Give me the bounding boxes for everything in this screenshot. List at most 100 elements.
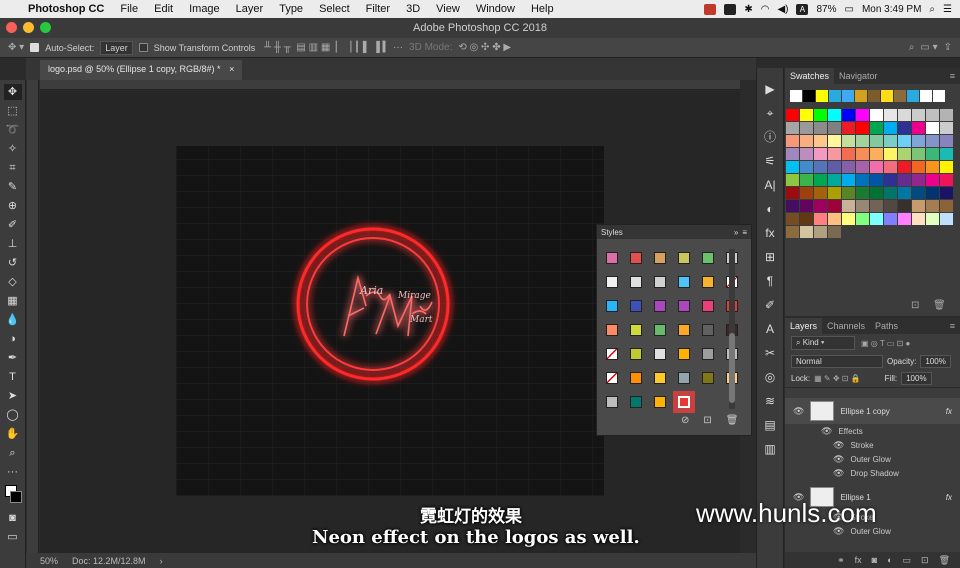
swatch[interactable] <box>870 135 883 147</box>
swatch[interactable] <box>881 90 893 102</box>
notification-center-icon[interactable]: ☰ <box>943 4 952 15</box>
style-preset[interactable] <box>601 295 623 317</box>
swatch[interactable] <box>828 200 841 212</box>
swatch[interactable] <box>870 213 883 225</box>
wifi-icon[interactable]: ◠ <box>761 4 770 15</box>
style-preset[interactable] <box>625 319 647 341</box>
link-layers-icon[interactable]: ⚭ <box>837 555 845 566</box>
minimize-window-button[interactable] <box>23 22 34 33</box>
info-icon[interactable]: ⓘ <box>761 128 779 146</box>
swatch[interactable] <box>803 90 815 102</box>
close-window-button[interactable] <box>6 22 17 33</box>
screen-mode-icon[interactable]: ▭ <box>4 529 22 545</box>
style-preset[interactable] <box>673 343 695 365</box>
style-preset[interactable] <box>649 271 671 293</box>
swatch[interactable] <box>884 109 897 121</box>
swatch[interactable] <box>856 122 869 134</box>
swatch[interactable] <box>920 90 932 102</box>
tab-swatches[interactable]: Swatches <box>785 68 835 84</box>
visibility-eye-icon[interactable]: 👁 <box>821 426 832 437</box>
swatch[interactable] <box>842 200 855 212</box>
swatch[interactable] <box>814 213 827 225</box>
style-preset[interactable] <box>697 247 719 269</box>
properties-icon[interactable]: ⚟ <box>761 152 779 170</box>
swatch[interactable] <box>884 213 897 225</box>
swatch[interactable] <box>926 161 939 173</box>
zoom-window-button[interactable] <box>40 22 51 33</box>
swatch[interactable] <box>828 161 841 173</box>
swatch[interactable] <box>884 161 897 173</box>
new-swatch-icon[interactable]: ⊡ <box>911 300 919 311</box>
swatch[interactable] <box>800 161 813 173</box>
swatch[interactable] <box>870 200 883 212</box>
libraries-icon[interactable]: ⊞ <box>761 248 779 266</box>
style-preset[interactable] <box>697 271 719 293</box>
search-icon[interactable]: ⌕ <box>909 42 915 53</box>
swatch[interactable] <box>800 187 813 199</box>
swatch[interactable] <box>814 135 827 147</box>
tab-layers[interactable]: Layers <box>785 318 823 334</box>
swatch[interactable] <box>884 200 897 212</box>
style-preset[interactable] <box>625 271 647 293</box>
swatch[interactable] <box>800 213 813 225</box>
swatch[interactable] <box>940 187 953 199</box>
menu-select[interactable]: Select <box>311 3 358 15</box>
swatch[interactable] <box>868 90 880 102</box>
artwork-canvas[interactable]: Aria Mirage Mart <box>176 146 604 496</box>
swatch[interactable] <box>842 109 855 121</box>
zoom-tool-icon[interactable]: ⌕ <box>4 445 22 461</box>
menu-help[interactable]: Help <box>523 3 562 15</box>
tool-presets-icon[interactable]: ✂ <box>761 344 779 362</box>
swatch[interactable] <box>856 109 869 121</box>
path-selection-tool-icon[interactable]: ➤ <box>4 388 22 404</box>
swatch[interactable] <box>800 122 813 134</box>
ellipse-tool-icon[interactable]: ◯ <box>4 407 22 423</box>
swatch[interactable] <box>898 213 911 225</box>
swatch[interactable] <box>926 122 939 134</box>
style-preset[interactable] <box>649 295 671 317</box>
effect-row[interactable]: 👁 Stroke <box>785 438 960 452</box>
style-preset[interactable] <box>649 367 671 389</box>
swatch[interactable] <box>870 148 883 160</box>
swatch[interactable] <box>870 161 883 173</box>
swatch[interactable] <box>828 135 841 147</box>
move-tool-icon[interactable]: ✥ ▾ <box>8 42 24 53</box>
panel-menu-icon[interactable]: ≡ <box>945 71 960 81</box>
doc-size[interactable]: Doc: 12.2M/12.8M <box>72 556 146 566</box>
style-preset[interactable] <box>601 247 623 269</box>
align-buttons[interactable]: ╨ ╫ ╥ ▤ ▥ ▦ ▏▕ ┃ ▌ ▐ ▍ ··· <box>261 42 403 53</box>
blur-tool-icon[interactable]: 💧 <box>4 312 22 328</box>
adjustments-icon[interactable]: ◐ <box>761 200 779 218</box>
new-group-icon[interactable]: ▭ <box>903 555 912 566</box>
dodge-tool-icon[interactable]: ◑ <box>4 331 22 347</box>
style-preset[interactable] <box>673 271 695 293</box>
adjustment-layer-icon[interactable]: ◐ <box>887 555 892 565</box>
effect-row[interactable]: 👁 Drop Shadow <box>785 466 960 480</box>
workspace-icon[interactable]: ▭ ▾ <box>920 42 937 53</box>
tab-channels[interactable]: Channels <box>822 321 870 331</box>
character-icon[interactable]: A| <box>761 176 779 194</box>
clone-stamp-tool-icon[interactable]: ⊥ <box>4 236 22 252</box>
swatch[interactable] <box>884 174 897 186</box>
quick-mask-icon[interactable]: ◙ <box>4 510 22 526</box>
swatch[interactable] <box>814 226 827 238</box>
delete-layer-icon[interactable]: 🗑 <box>939 555 950 566</box>
history-brush-tool-icon[interactable]: ↺ <box>4 255 22 271</box>
swatch[interactable] <box>912 161 925 173</box>
menu-edit[interactable]: Edit <box>146 3 181 15</box>
swatch[interactable] <box>842 174 855 186</box>
swatch[interactable] <box>912 187 925 199</box>
swatch[interactable] <box>814 109 827 121</box>
blend-mode-dropdown[interactable]: Normal <box>791 354 883 368</box>
timeline-icon[interactable]: ▤ <box>761 416 779 434</box>
layer-row-ellipse-1-copy[interactable]: 👁 Ellipse 1 copy fx 👁 Effects 👁 Stroke 👁… <box>785 398 960 480</box>
swatch[interactable] <box>912 174 925 186</box>
swatch[interactable] <box>884 135 897 147</box>
swatch[interactable] <box>790 90 802 102</box>
healing-brush-tool-icon[interactable]: ⊕ <box>4 198 22 214</box>
swatch[interactable] <box>786 161 799 173</box>
style-preset[interactable] <box>649 247 671 269</box>
swatch[interactable] <box>898 135 911 147</box>
brushes-icon[interactable]: ✐ <box>761 296 779 314</box>
layer-name[interactable]: Ellipse 1 copy <box>840 407 889 416</box>
